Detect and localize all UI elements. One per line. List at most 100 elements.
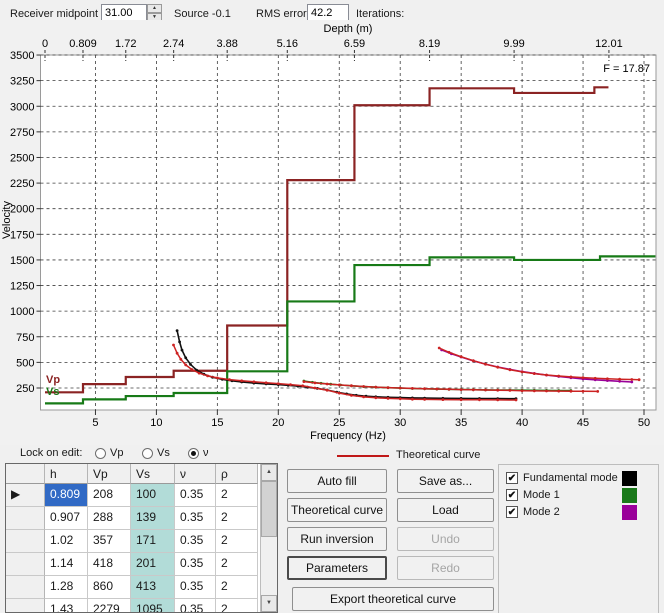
- row-header[interactable]: [6, 599, 45, 613]
- table-cell[interactable]: 2: [216, 530, 258, 553]
- undo-button: Undo: [397, 527, 494, 551]
- mode-row-fundamental-mode[interactable]: ✔Fundamental mode: [506, 470, 651, 486]
- table-cell[interactable]: 0.35: [175, 599, 216, 613]
- row-header[interactable]: [6, 576, 45, 599]
- column-header-0[interactable]: h: [45, 464, 88, 484]
- column-header-2[interactable]: Vs: [131, 464, 175, 484]
- table-cell[interactable]: 208: [88, 484, 131, 507]
- scroll-down-icon[interactable]: ▼: [261, 595, 277, 612]
- svg-text:1000: 1000: [10, 306, 34, 318]
- row-header[interactable]: [6, 553, 45, 576]
- table-cell[interactable]: 1095: [131, 599, 175, 613]
- svg-text:1250: 1250: [10, 281, 34, 293]
- table-cell[interactable]: 1.14: [45, 553, 88, 576]
- table-cell[interactable]: 418: [88, 553, 131, 576]
- parameters-button[interactable]: Parameters: [287, 556, 387, 580]
- mode-label: Mode 1: [523, 489, 560, 501]
- column-header-4[interactable]: ρ: [216, 464, 258, 484]
- table-scrollbar[interactable]: ▲▼: [260, 464, 277, 612]
- svg-text:2500: 2500: [10, 152, 34, 164]
- table-cell[interactable]: 2: [216, 576, 258, 599]
- svg-text:5.16: 5.16: [277, 38, 298, 50]
- svg-text:1750: 1750: [10, 229, 34, 241]
- checkbox-icon[interactable]: ✔: [506, 472, 518, 484]
- mode-row-mode-2[interactable]: ✔ Mode 2: [506, 504, 651, 520]
- scroll-up-icon[interactable]: ▲: [261, 464, 277, 481]
- table-cell[interactable]: 0.35: [175, 553, 216, 576]
- auto-fill-button[interactable]: Auto fill: [287, 469, 387, 493]
- svg-text:500: 500: [16, 357, 34, 369]
- table-cell[interactable]: 357: [88, 530, 131, 553]
- table-cell[interactable]: 2: [216, 553, 258, 576]
- table-cell[interactable]: 0.35: [175, 576, 216, 599]
- scroll-thumb[interactable]: [261, 481, 277, 537]
- run-inversion-button[interactable]: Run inversion: [287, 527, 387, 551]
- row-header[interactable]: ▶: [6, 484, 45, 507]
- app-window: Receiver midpoint ▲ ▼ Source -0.1 RMS er…: [0, 0, 664, 613]
- column-header-1[interactable]: Vp: [88, 464, 131, 484]
- table-cell[interactable]: 171: [131, 530, 175, 553]
- svg-text:2750: 2750: [10, 127, 34, 139]
- mode-color-swatch: [622, 488, 637, 503]
- save-as-button[interactable]: Save as...: [397, 469, 494, 493]
- lock-radio-vp[interactable]: Vp: [95, 447, 123, 459]
- svg-text:30: 30: [394, 417, 406, 429]
- vp-label: Vp: [46, 374, 60, 386]
- svg-text:15: 15: [211, 417, 223, 429]
- radio-icon[interactable]: [95, 448, 106, 459]
- row-header[interactable]: [6, 507, 45, 530]
- checkbox-icon[interactable]: ✔: [506, 489, 518, 501]
- radio-icon[interactable]: [188, 448, 199, 459]
- model-table[interactable]: hVpVsνρ▶0.8092081000.3520.9072881390.352…: [5, 463, 278, 613]
- table-cell[interactable]: 0.809: [45, 484, 88, 507]
- checkbox-icon[interactable]: ✔: [506, 506, 518, 518]
- load-button[interactable]: Load: [397, 498, 494, 522]
- svg-text:8.19: 8.19: [419, 38, 440, 50]
- table-cell[interactable]: 201: [131, 553, 175, 576]
- table-cell[interactable]: 1.43: [45, 599, 88, 613]
- svg-text:250: 250: [16, 383, 34, 395]
- table-cell[interactable]: 2: [216, 599, 258, 613]
- table-cell[interactable]: 139: [131, 507, 175, 530]
- table-cell[interactable]: 288: [88, 507, 131, 530]
- svg-text:Depth (m): Depth (m): [324, 23, 373, 35]
- table-corner-header: [6, 464, 45, 484]
- svg-text:3000: 3000: [10, 101, 34, 113]
- svg-text:40: 40: [516, 417, 528, 429]
- svg-text:35: 35: [455, 417, 467, 429]
- lock-radio-vs[interactable]: Vs: [142, 447, 170, 459]
- svg-text:2250: 2250: [10, 178, 34, 190]
- mode-row-mode-1[interactable]: ✔ Mode 1: [506, 487, 651, 503]
- iterations-label: Iterations:: [356, 8, 404, 20]
- radio-icon[interactable]: [142, 448, 153, 459]
- radio-label: Vp: [110, 447, 123, 459]
- table-cell[interactable]: 2: [216, 507, 258, 530]
- mode-color-swatch: [622, 505, 637, 520]
- table-cell[interactable]: 0.35: [175, 507, 216, 530]
- export-theoretical-curve-button[interactable]: Export theoretical curve: [292, 587, 494, 611]
- table-cell[interactable]: 0.35: [175, 530, 216, 553]
- svg-text:0.809: 0.809: [69, 38, 97, 50]
- dispersion-chart: 5101520253035404550250500750100012501500…: [0, 20, 664, 445]
- table-cell[interactable]: 0.907: [45, 507, 88, 530]
- lock-on-edit-label: Lock on edit:: [20, 447, 82, 459]
- column-header-3[interactable]: ν: [175, 464, 216, 484]
- theoretical-curve-button[interactable]: Theoretical curve: [287, 498, 387, 522]
- table-cell[interactable]: 413: [131, 576, 175, 599]
- table-cell[interactable]: 860: [88, 576, 131, 599]
- table-cell[interactable]: 1.02: [45, 530, 88, 553]
- spin-up-icon[interactable]: ▲: [147, 4, 162, 13]
- radio-label: ν: [203, 447, 209, 459]
- svg-text:Velocity: Velocity: [1, 201, 13, 239]
- lock-radio-nu[interactable]: ν: [188, 447, 209, 459]
- table-cell[interactable]: 1.28: [45, 576, 88, 599]
- table-cell[interactable]: 2: [216, 484, 258, 507]
- modes-panel: ✔Fundamental mode✔Mode 1✔Mode 2: [498, 464, 659, 613]
- mode-label: Mode 2: [523, 506, 560, 518]
- theoretical-curve-legend-label: Theoretical curve: [396, 449, 480, 461]
- table-cell[interactable]: 2279: [88, 599, 131, 613]
- table-cell[interactable]: 100: [131, 484, 175, 507]
- row-header[interactable]: [6, 530, 45, 553]
- svg-text:25: 25: [333, 417, 345, 429]
- table-cell[interactable]: 0.35: [175, 484, 216, 507]
